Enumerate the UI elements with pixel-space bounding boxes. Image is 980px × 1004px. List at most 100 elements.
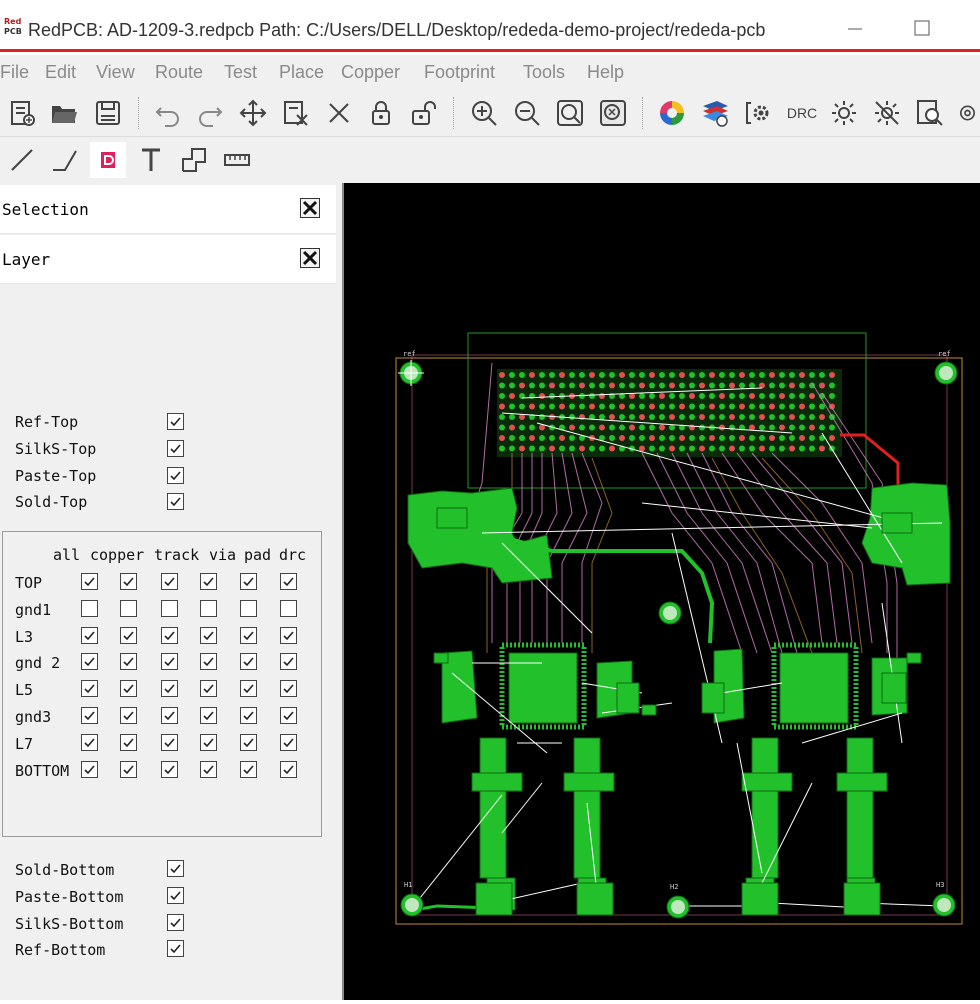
layer-close-button[interactable] [300,248,320,268]
layer-track-checkbox[interactable] [161,680,178,698]
layer-drc-checkbox[interactable] [280,573,297,590]
layer-track-checkbox[interactable] [161,626,178,644]
delete-button[interactable] [321,95,357,131]
route-tool-button[interactable] [46,142,82,178]
layer-via-checkbox[interactable] [200,707,217,724]
layer-track-checkbox[interactable] [161,573,178,590]
layer-via-checkbox[interactable] [200,680,217,698]
layer-all-checkbox[interactable] [81,653,98,671]
layer-all-checkbox[interactable] [81,599,98,617]
undo-button[interactable] [150,95,186,131]
layer-visibility-checkbox[interactable] [167,493,184,510]
layer-drc-checkbox[interactable] [280,680,297,698]
layer-visibility-checkbox[interactable] [167,940,184,957]
layer-copper-checkbox[interactable] [120,573,137,590]
layer-via-checkbox[interactable] [200,626,217,644]
menu-view[interactable]: View [96,62,135,83]
layer-track-checkbox[interactable] [161,707,178,724]
menu-tools[interactable]: Tools [523,62,565,83]
layer-all-checkbox[interactable] [81,626,98,644]
layer-all-checkbox[interactable] [81,760,98,778]
layer-copper-checkbox[interactable] [120,733,137,751]
menu-place[interactable]: Place [279,62,324,83]
layer-visibility-checkbox[interactable] [167,467,184,484]
line-tool-button[interactable] [4,142,40,178]
layer-all-checkbox[interactable] [81,573,98,590]
save-button[interactable] [90,95,126,131]
layer-drc-checkbox[interactable] [280,626,297,644]
layer-via-checkbox[interactable] [200,733,217,751]
menu-file[interactable]: File [0,62,29,83]
layer-drc-checkbox[interactable] [280,733,297,751]
layer-track-checkbox[interactable] [161,760,178,778]
clear-highlight-button[interactable] [869,95,905,131]
color-settings-button[interactable] [654,95,690,131]
selection-close-button[interactable] [300,198,320,218]
pad-tool-button[interactable] [90,142,126,178]
menu-edit[interactable]: Edit [45,62,76,83]
minimize-button[interactable] [840,16,870,40]
lock-button[interactable] [363,95,399,131]
layer-pad-checkbox[interactable] [240,680,257,698]
layer-pad-checkbox[interactable] [240,599,257,617]
new-file-button[interactable] [4,95,40,131]
layer-visibility-checkbox[interactable] [167,887,184,904]
settings-button[interactable] [955,95,980,131]
menu-route[interactable]: Route [155,62,203,83]
layer-drc-checkbox[interactable] [280,707,297,724]
layer-stack-button[interactable] [697,95,733,131]
layer-pad-checkbox[interactable] [240,653,257,671]
zoom-fit-button[interactable] [552,95,588,131]
layer-via-checkbox[interactable] [200,599,217,617]
layer-copper-checkbox[interactable] [120,760,137,778]
layer-drc-checkbox[interactable] [280,760,297,778]
zoom-area-button[interactable] [595,95,631,131]
layer-pad-checkbox[interactable] [240,733,257,751]
layer-track-checkbox[interactable] [161,653,178,671]
layer-copper-checkbox[interactable] [120,626,137,644]
drc-settings-button[interactable] [740,95,776,131]
pcb-canvas[interactable]: ref ref H1 H2 H3 [342,183,980,1000]
zoom-in-button[interactable] [466,95,502,131]
layer-pad-checkbox[interactable] [240,707,257,724]
layer-visibility-checkbox[interactable] [167,440,184,457]
layer-drc-checkbox[interactable] [280,599,297,617]
move-button[interactable] [235,95,271,131]
layer-drc-checkbox[interactable] [280,653,297,671]
layer-visibility-checkbox[interactable] [167,914,184,931]
menu-footprint[interactable]: Footprint [424,62,495,83]
layer-all-checkbox[interactable] [81,707,98,724]
layer-track-checkbox[interactable] [161,599,178,617]
measure-tool-button[interactable] [219,142,255,178]
layer-copper-checkbox[interactable] [120,599,137,617]
menu-test[interactable]: Test [224,62,257,83]
delete-selection-button[interactable] [278,95,314,131]
redo-button[interactable] [192,95,228,131]
layer-pad-checkbox[interactable] [240,573,257,590]
layer-pad-checkbox[interactable] [240,626,257,644]
layer-via-checkbox[interactable] [200,573,217,590]
layer-track-checkbox[interactable] [161,733,178,751]
menu-help[interactable]: Help [587,62,624,83]
layer-visibility-checkbox[interactable] [167,860,184,877]
splitter[interactable] [342,183,344,1000]
text-tool-button[interactable] [133,142,169,178]
layer-all-checkbox[interactable] [81,680,98,698]
drc-button[interactable]: DRC [782,95,822,131]
layer-copper-checkbox[interactable] [120,653,137,671]
unlock-button[interactable] [406,95,442,131]
layer-pad-checkbox[interactable] [240,760,257,778]
layer-visibility-checkbox[interactable] [167,413,184,430]
layer-via-checkbox[interactable] [200,653,217,671]
layer-via-checkbox[interactable] [200,760,217,778]
zoom-out-button[interactable] [509,95,545,131]
maximize-button[interactable] [906,16,936,40]
menu-copper[interactable]: Copper [341,62,400,83]
find-button[interactable] [912,95,948,131]
highlight-button[interactable] [826,95,862,131]
polygon-tool-button[interactable] [176,142,212,178]
layer-copper-checkbox[interactable] [120,707,137,724]
open-folder-button[interactable] [46,95,82,131]
layer-copper-checkbox[interactable] [120,680,137,698]
layer-all-checkbox[interactable] [81,733,98,751]
